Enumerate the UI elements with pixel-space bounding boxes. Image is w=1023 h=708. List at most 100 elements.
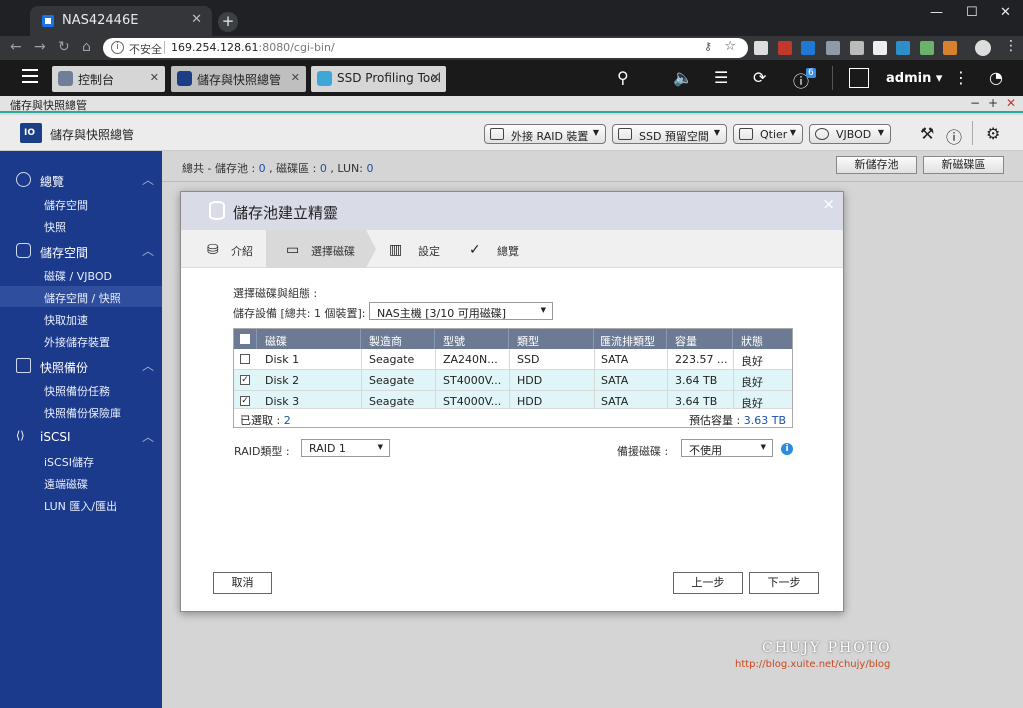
sidebar-item-label: 快照備份任務 — [44, 385, 110, 398]
tab-control-panel[interactable]: 控制台 ✕ — [52, 66, 165, 92]
address-bar[interactable]: i 不安全 169.254.128.61:8080/cgi-bin/ ⚷ ☆ — [103, 38, 748, 58]
select-all-checkbox[interactable] — [240, 334, 250, 344]
cancel-button[interactable]: 取消 — [213, 572, 272, 594]
column-model[interactable]: 型號 — [435, 329, 509, 349]
chevron-down-icon: ▼ — [877, 128, 884, 137]
volume-icon[interactable]: 🔈 — [673, 68, 693, 87]
new-tab-button[interactable]: + — [218, 12, 238, 32]
dashboard-icon[interactable]: ◔ — [989, 68, 1003, 87]
close-icon[interactable]: ✕ — [150, 71, 159, 84]
button-label: 外接 RAID 裝置 — [511, 130, 589, 143]
sidebar-item-disks[interactable]: 磁碟 / VJBOD — [0, 264, 162, 285]
spare-disk-select[interactable]: 不使用 ▼ — [681, 439, 773, 457]
more-options-icon[interactable]: ⋮ — [953, 68, 969, 87]
sync-icon[interactable]: ⟳ — [753, 68, 766, 87]
next-button[interactable]: 下一步 — [749, 572, 819, 594]
maximize-icon[interactable]: + — [988, 96, 998, 110]
spare-disk-label: 備援磁碟 : — [617, 445, 669, 458]
ssd-over-provisioning-button[interactable]: SSD 預留空間 ▼ — [612, 124, 727, 144]
sidebar-item-iscsi-storage[interactable]: iSCSI儲存 — [0, 450, 162, 471]
sidebar-section-snapshot-backup[interactable]: 快照備份 ︿ — [0, 356, 162, 376]
section-label: iSCSI — [40, 430, 71, 444]
extension-globe-icon[interactable] — [920, 41, 934, 55]
adblock-icon[interactable] — [778, 41, 792, 55]
maximize-window-button[interactable]: ☐ — [966, 5, 978, 20]
sidebar-item-external[interactable]: 外接儲存裝置 — [0, 330, 162, 351]
sidebar-section-overview[interactable]: 總覽 ︿ — [0, 170, 162, 190]
extension-note-icon[interactable] — [850, 41, 864, 55]
extension-arrow-icon[interactable] — [801, 41, 815, 55]
row-checkbox-checked[interactable]: ✓ — [240, 375, 250, 385]
key-icon[interactable]: ⚷ — [704, 40, 712, 53]
sidebar-item-cache[interactable]: 快取加速 — [0, 308, 162, 329]
search-icon[interactable]: ⚲ — [617, 68, 629, 87]
row-checkbox-checked[interactable]: ✓ — [240, 396, 250, 406]
close-icon[interactable]: ✕ — [1006, 96, 1016, 110]
backup-icon — [16, 358, 31, 373]
tasks-icon[interactable]: ☰ — [714, 68, 728, 87]
sidebar-item-snapshot[interactable]: 快照 — [0, 215, 162, 236]
vjbod-button[interactable]: VJBOD ▼ — [809, 124, 891, 144]
device-select[interactable]: NAS主機 [3/10 可用磁碟] ▼ — [369, 302, 553, 320]
help-icon[interactable]: ⓘ — [946, 124, 962, 148]
tab-storage-manager[interactable]: 儲存與快照總管 ✕ — [171, 66, 306, 92]
minimize-icon[interactable]: − — [970, 96, 980, 110]
chevron-down-icon: ▼ — [377, 443, 383, 451]
qtier-button[interactable]: Qtier ▼ — [733, 124, 803, 144]
close-icon[interactable]: × — [822, 195, 835, 213]
extension-shield-icon[interactable] — [826, 41, 840, 55]
reload-icon[interactable]: ↻ — [58, 39, 70, 55]
new-storage-pool-button[interactable]: 新儲存池 — [836, 156, 917, 174]
sidebar-section-iscsi[interactable]: ⟨⟩ iSCSI ︿ — [0, 427, 162, 447]
previous-button[interactable]: 上一步 — [673, 572, 743, 594]
user-icon[interactable] — [849, 68, 869, 88]
bookmark-star-icon[interactable]: ☆ — [724, 39, 736, 54]
sidebar-item-remote-disk[interactable]: 遠端磁碟 — [0, 472, 162, 493]
user-menu[interactable]: admin ▾ — [886, 71, 942, 86]
raid-type-select[interactable]: RAID 1 ▼ — [301, 439, 390, 457]
table-row[interactable]: ✓ Disk 3 Seagate ST4000V... HDD SATA 3.6… — [234, 391, 792, 410]
new-volume-button[interactable]: 新磁碟區 — [923, 156, 1004, 174]
extension-page-icon[interactable] — [873, 41, 887, 55]
sidebar-item-storage[interactable]: 儲存空間 — [0, 193, 162, 214]
main-menu-icon[interactable] — [22, 69, 38, 83]
close-icon[interactable]: ✕ — [291, 71, 300, 84]
forward-icon[interactable]: → — [34, 39, 46, 55]
select-value: NAS主機 [3/10 可用磁碟] — [377, 307, 507, 320]
extension-icon[interactable] — [754, 41, 768, 55]
row-checkbox[interactable] — [240, 354, 250, 364]
close-icon[interactable]: ✕ — [431, 71, 440, 84]
extension-fox-icon[interactable] — [943, 41, 957, 55]
column-status[interactable]: 狀態 — [733, 329, 792, 349]
profile-avatar[interactable] — [975, 40, 991, 56]
column-disk[interactable]: 磁碟 — [257, 329, 361, 349]
settings-gear-icon[interactable]: ⚙ — [986, 124, 1000, 143]
storage-manager-logo-icon — [20, 123, 42, 143]
minimize-window-button[interactable]: — — [930, 5, 943, 20]
tools-icon[interactable]: ⚒ — [920, 124, 934, 143]
extension-screen-icon[interactable] — [896, 41, 910, 55]
column-bus[interactable]: 匯流排類型 — [594, 329, 667, 349]
sidebar-item-storage-snapshots[interactable]: 儲存空間 / 快照 — [0, 286, 162, 307]
close-window-button[interactable]: ✕ — [1000, 5, 1011, 20]
table-row[interactable]: Disk 1 Seagate ZA240N... SSD SATA 223.57… — [234, 349, 792, 370]
browser-menu-icon[interactable]: ⋮ — [1004, 38, 1018, 54]
column-vendor[interactable]: 製造商 — [361, 329, 435, 349]
column-label: 狀態 — [741, 335, 763, 348]
close-tab-icon[interactable]: ✕ — [191, 12, 202, 27]
sidebar-item-backup-jobs[interactable]: 快照備份任務 — [0, 379, 162, 400]
column-capacity[interactable]: 容量 — [667, 329, 733, 349]
browser-tab[interactable]: NAS42446E ✕ — [30, 6, 212, 36]
external-raid-button[interactable]: 外接 RAID 裝置 ▼ — [484, 124, 606, 144]
back-icon[interactable]: ← — [10, 39, 22, 55]
column-label: 容量 — [675, 335, 697, 348]
table-row[interactable]: ✓ Disk 2 Seagate ST4000V... HDD SATA 3.6… — [234, 370, 792, 391]
info-icon[interactable]: i — [111, 41, 124, 54]
sidebar-item-lun-import-export[interactable]: LUN 匯入/匯出 — [0, 494, 162, 515]
info-icon[interactable]: i — [781, 443, 793, 455]
column-type[interactable]: 類型 — [509, 329, 594, 349]
sidebar-item-backup-vault[interactable]: 快照備份保險庫 — [0, 401, 162, 422]
home-icon[interactable]: ⌂ — [82, 39, 91, 55]
tab-ssd-profiling[interactable]: SSD Profiling Tool ✕ — [311, 66, 446, 92]
sidebar-section-storage[interactable]: 儲存空間 ︿ — [0, 241, 162, 261]
